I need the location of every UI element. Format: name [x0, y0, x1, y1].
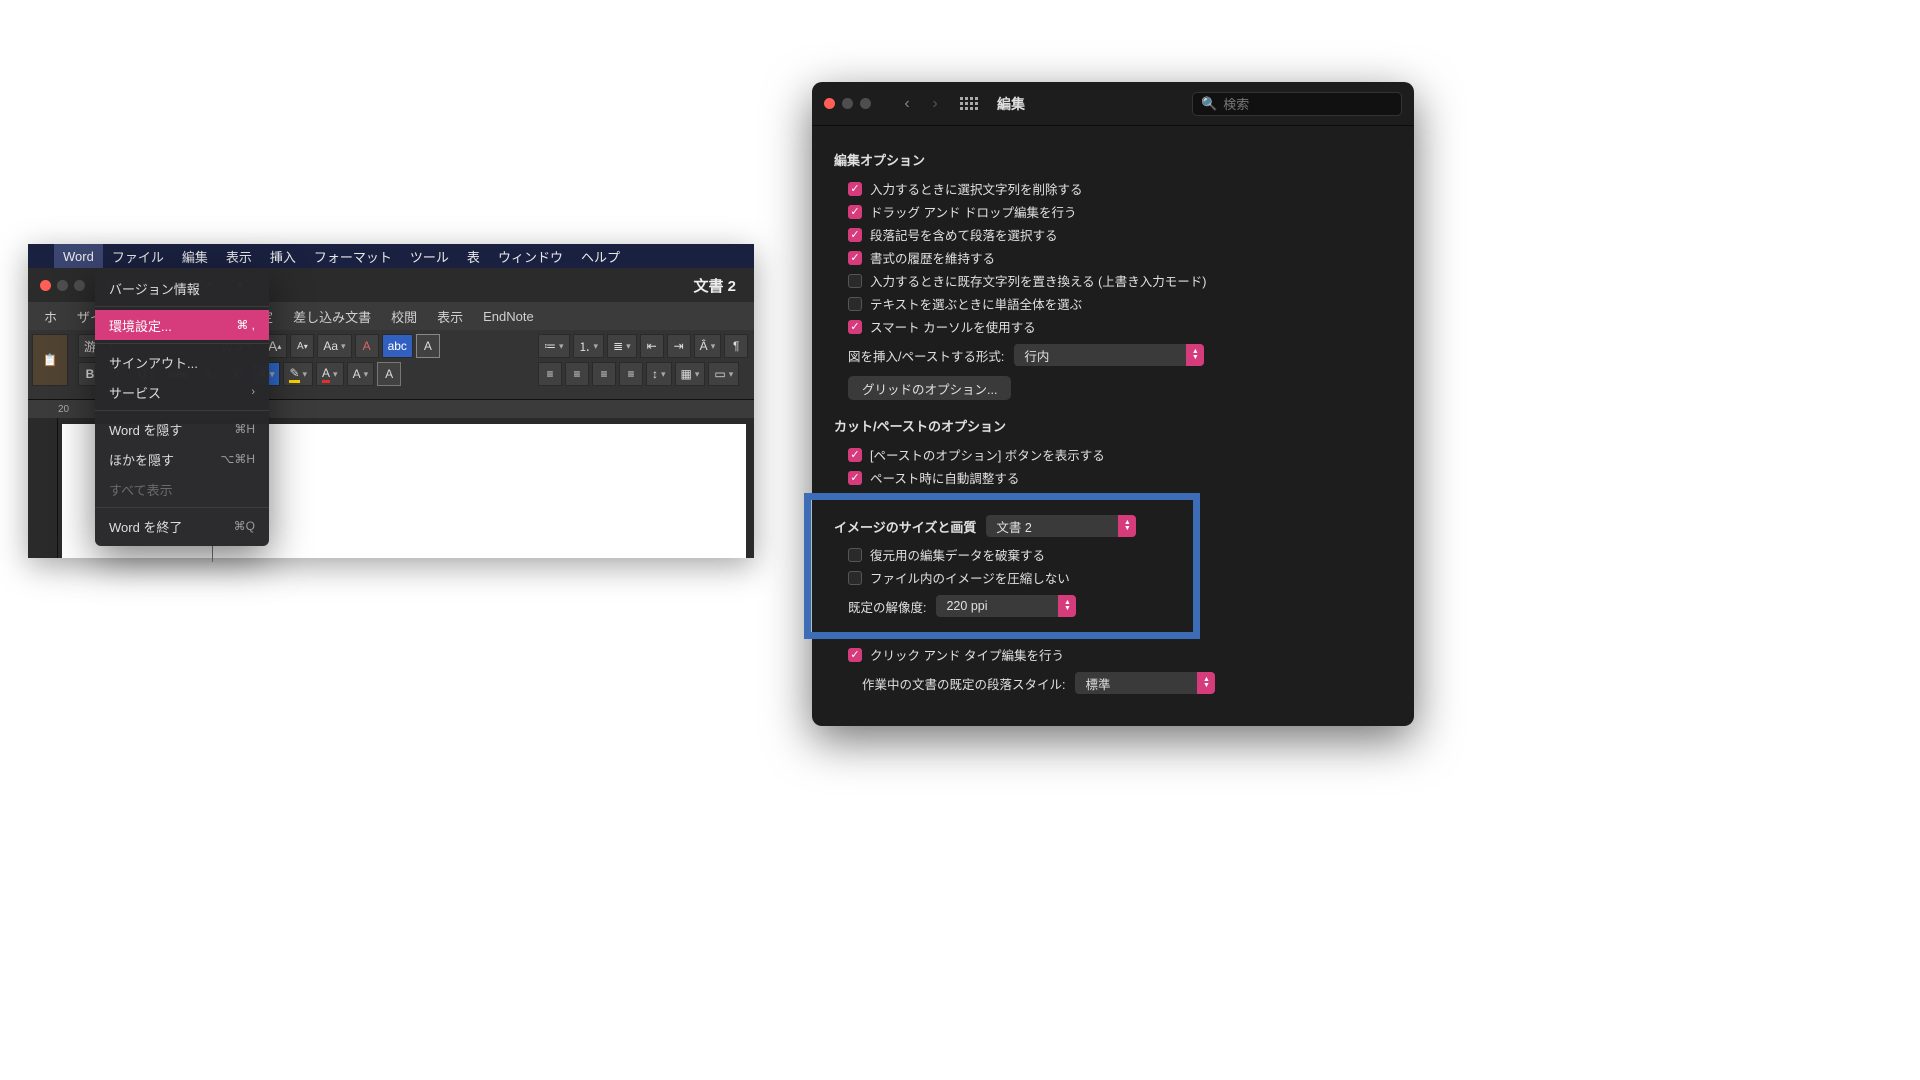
menu-hide-others[interactable]: ほかを隠す⌥⌘H [95, 444, 269, 474]
font-color-button[interactable]: A [316, 362, 344, 386]
minimize-dot[interactable] [842, 98, 853, 109]
menu-about[interactable]: バージョン情報 [95, 273, 269, 303]
opt-overtype[interactable]: 入力するときに既存文字列を置き換える (上書き入力モード) [834, 269, 1392, 292]
ruler-mark: 20 [58, 404, 69, 415]
menu-separator [95, 306, 269, 307]
stepper-knob-icon: ▲▼ [1118, 515, 1136, 537]
justify-button[interactable]: ≡ [619, 362, 643, 386]
preferences-window: ‹ › 編集 🔍 検索 編集オプション ✓入力するときに選択文字列を削除する ✓… [812, 82, 1414, 726]
show-all-icon[interactable] [957, 92, 981, 116]
shrink-font-button[interactable]: A▾ [290, 334, 314, 358]
insert-picture-select[interactable]: 行内 ▲▼ [1014, 344, 1204, 366]
sort-button[interactable]: Â [694, 334, 722, 358]
tab-endnote[interactable]: EndNote [473, 302, 544, 330]
menu-word[interactable]: Word [54, 244, 103, 268]
menu-quit[interactable]: Word を終了⌘Q [95, 511, 269, 541]
line-spacing-button[interactable]: ↕ [646, 362, 672, 386]
char-border-button[interactable]: A [377, 362, 401, 386]
opt-select-para-mark[interactable]: ✓段落記号を含めて段落を選択する [834, 223, 1392, 246]
search-icon: 🔍 [1201, 96, 1217, 112]
opt-keep-format-history[interactable]: ✓書式の履歴を維持する [834, 246, 1392, 269]
opt-smart-paste[interactable]: ✓ペースト時に自動調整する [834, 466, 1392, 489]
show-marks-button[interactable]: ¶ [724, 334, 748, 358]
image-doc-select[interactable]: 文書 2 ▲▼ [986, 515, 1136, 537]
menu-insert[interactable]: 挿入 [261, 244, 305, 268]
menu-separator [95, 410, 269, 411]
highlight-button[interactable]: ✎ [283, 362, 313, 386]
menu-view[interactable]: 表示 [217, 244, 261, 268]
menu-preferences[interactable]: 環境設定...⌘ , [95, 310, 269, 340]
paste-button[interactable]: 📋 [32, 334, 68, 386]
indent-dec-button[interactable]: ⇤ [640, 334, 664, 358]
window-controls [34, 280, 91, 291]
indent-inc-button[interactable]: ⇥ [667, 334, 691, 358]
menu-help[interactable]: ヘルプ [572, 244, 629, 268]
zoom-dot[interactable] [74, 280, 85, 291]
nav-back-button[interactable]: ‹ [895, 92, 919, 116]
menu-file[interactable]: ファイル [103, 244, 173, 268]
menu-edit[interactable]: 編集 [173, 244, 217, 268]
menu-signout[interactable]: サインアウト... [95, 347, 269, 377]
opt-click-and-type[interactable]: ✓クリック アンド タイプ編集を行う [834, 643, 1392, 666]
menubar: Word ファイル 編集 表示 挿入 フォーマット ツール 表 ウィンドウ ヘル… [28, 244, 754, 268]
menu-tools[interactable]: ツール [401, 244, 458, 268]
tab-mailings[interactable]: 差し込み文書 [283, 302, 381, 330]
default-parastyle-label: 作業中の文書の既定の段落スタイル: [862, 674, 1065, 693]
enclose-char-button[interactable]: A [416, 334, 440, 358]
default-res-select[interactable]: 220 ppi ▲▼ [936, 595, 1076, 617]
stepper-knob-icon: ▲▼ [1058, 595, 1076, 617]
bullets-button[interactable]: ≔ [538, 334, 570, 358]
menu-separator [95, 343, 269, 344]
ruby-button[interactable]: abc [382, 334, 413, 358]
document-title: 文書 2 [693, 275, 748, 296]
numbering-button[interactable]: ⒈ [573, 334, 605, 358]
borders-button[interactable]: ▭ [708, 362, 739, 386]
prefs-search-input[interactable]: 🔍 検索 [1192, 92, 1402, 116]
image-quality-section: イメージのサイズと画質 文書 2 ▲▼ 復元用の編集データを破棄する ファイル内… [834, 503, 1392, 617]
menu-services[interactable]: サービス› [95, 377, 269, 407]
section-editing-title: 編集オプション [834, 150, 1392, 169]
tab-home[interactable]: ホ [34, 302, 67, 330]
word-menu-dropdown: バージョン情報 環境設定...⌘ , サインアウト... サービス› Word … [95, 268, 269, 546]
align-right-button[interactable]: ≡ [592, 362, 616, 386]
close-dot[interactable] [40, 280, 51, 291]
opt-smart-cursor[interactable]: ✓スマート カーソルを使用する [834, 315, 1392, 338]
stepper-knob-icon: ▲▼ [1186, 344, 1204, 366]
prefs-title: 編集 [997, 94, 1025, 114]
close-dot[interactable] [824, 98, 835, 109]
prefs-body: 編集オプション ✓入力するときに選択文字列を削除する ✓ドラッグ アンド ドロッ… [812, 126, 1414, 694]
menu-show-all: すべて表示 [95, 474, 269, 504]
grid-options-button[interactable]: グリッドのオプション... [848, 376, 1011, 400]
menu-separator [95, 507, 269, 508]
opt-show-paste-options[interactable]: ✓[ペーストのオプション] ボタンを表示する [834, 443, 1392, 466]
tab-review[interactable]: 校閲 [381, 302, 427, 330]
nav-forward-button[interactable]: › [923, 92, 947, 116]
shading-button[interactable]: A [347, 362, 375, 386]
default-parastyle-select[interactable]: 標準 ▲▼ [1075, 672, 1215, 694]
change-case-button[interactable]: Aa [317, 334, 351, 358]
minimize-dot[interactable] [57, 280, 68, 291]
align-center-button[interactable]: ≡ [565, 362, 589, 386]
menu-window[interactable]: ウィンドウ [489, 244, 572, 268]
tab-view[interactable]: 表示 [427, 302, 473, 330]
insert-picture-label: 図を挿入/ペーストする形式: [848, 346, 1004, 365]
section-cutpaste-title: カット/ペーストのオプション [834, 416, 1392, 435]
multilevel-button[interactable]: ≣ [607, 334, 637, 358]
stepper-knob-icon: ▲▼ [1197, 672, 1215, 694]
search-placeholder: 検索 [1223, 94, 1249, 113]
vertical-ruler [28, 418, 58, 558]
menu-table[interactable]: 表 [458, 244, 489, 268]
opt-drag-drop[interactable]: ✓ドラッグ アンド ドロップ編集を行う [834, 200, 1392, 223]
para-shading-button[interactable]: ▦ [675, 362, 706, 386]
menu-format[interactable]: フォーマット [305, 244, 401, 268]
clear-format-button[interactable]: A [355, 334, 379, 358]
zoom-dot[interactable] [860, 98, 871, 109]
opt-delete-selection[interactable]: ✓入力するときに選択文字列を削除する [834, 177, 1392, 200]
menu-hide-word[interactable]: Word を隠す⌘H [95, 414, 269, 444]
align-left-button[interactable]: ≡ [538, 362, 562, 386]
prefs-titlebar: ‹ › 編集 🔍 検索 [812, 82, 1414, 126]
opt-select-whole-word[interactable]: テキストを選ぶときに単語全体を選ぶ [834, 292, 1392, 315]
text-cursor [212, 544, 213, 562]
